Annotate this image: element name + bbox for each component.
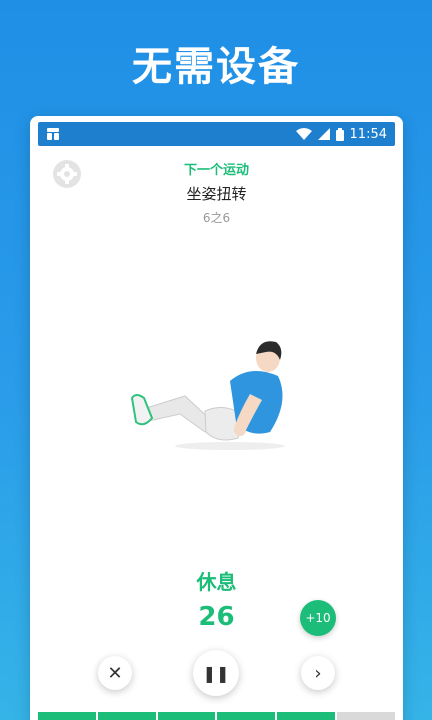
signal-icon bbox=[317, 128, 330, 140]
progress-segment bbox=[97, 712, 156, 720]
next-button[interactable]: › bbox=[301, 656, 335, 690]
status-bar: 11:54 bbox=[38, 122, 395, 146]
pause-button[interactable]: ❚❚ bbox=[193, 650, 239, 696]
next-exercise-label: 下一个运动 bbox=[183, 163, 249, 178]
exercise-name: 坐姿扭转 bbox=[186, 185, 247, 203]
app-logo-icon bbox=[47, 128, 59, 140]
workout-screen: 下一个运动 坐姿扭转 6之6 休息 26 +10 ✕ ❚❚ › bbox=[38, 146, 395, 720]
exercise-progress: 6之6 bbox=[202, 211, 231, 225]
wifi-icon bbox=[295, 128, 312, 140]
rest-countdown: 26 bbox=[198, 602, 235, 632]
status-icons: 11:54 bbox=[295, 126, 387, 142]
close-button[interactable]: ✕ bbox=[98, 656, 132, 690]
progress-segment bbox=[337, 712, 395, 720]
phone-frame: 11:54 下一个运动 坐姿扭转 6之6 休息 26 +10 ✕ ❚❚ › bbox=[30, 116, 403, 720]
status-time: 11:54 bbox=[349, 126, 387, 142]
progress-segment bbox=[38, 712, 96, 720]
add-ten-seconds-button[interactable]: +10 bbox=[300, 600, 336, 636]
progress-segment bbox=[157, 712, 216, 720]
progress-segment bbox=[217, 712, 276, 720]
workout-progress-bar bbox=[38, 712, 395, 720]
battery-icon bbox=[335, 127, 344, 141]
hero-title: 无需设备 bbox=[132, 44, 300, 90]
exercise-illustration bbox=[130, 341, 285, 450]
progress-segment bbox=[277, 712, 336, 720]
rest-label: 休息 bbox=[196, 570, 237, 594]
